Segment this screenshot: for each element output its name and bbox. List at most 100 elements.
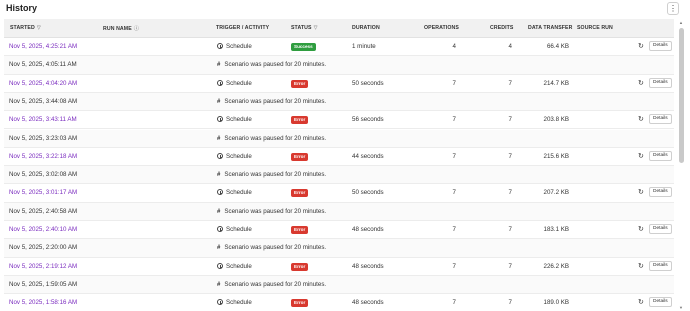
activity-note: # Scenario was paused for 20 minutes. [217, 98, 326, 105]
details-button[interactable]: Details [649, 260, 672, 271]
operations-cell: 7 [452, 79, 456, 87]
status-badge: Error [291, 226, 309, 234]
clock-icon [217, 152, 223, 159]
duration-cell: 44 seconds [352, 152, 384, 160]
details-button[interactable]: Details [649, 150, 672, 161]
operations-cell: 7 [452, 226, 456, 233]
rerun-icon[interactable]: ↻ [638, 225, 644, 233]
trigger-label: Schedule [226, 189, 252, 197]
table-row-activity: Nov 5, 2025, 3:23:03 AM # Scenario was pau… [4, 129, 674, 148]
trigger-label: Schedule [226, 299, 252, 307]
table-row: Nov 5, 2025, 2:40:10 AM Schedule Error 48 s… [4, 221, 674, 240]
trigger-cell: Schedule [217, 262, 252, 270]
scrollbar-thumb[interactable] [679, 28, 684, 163]
filter-icon[interactable]: ▽ [37, 25, 41, 31]
table-row: Nov 5, 2025, 3:01:17 AM Schedule Error 50 s… [4, 184, 674, 203]
clock-icon [217, 299, 223, 306]
activity-note-text: Scenario was paused for 20 minutes. [224, 280, 327, 288]
details-button[interactable]: Details [649, 41, 672, 51]
started-link[interactable]: Nov 5, 2025, 3:43:11 AM [9, 116, 77, 123]
started-link[interactable]: Nov 5, 2025, 4:04:20 AM [9, 80, 77, 87]
operations-cell: 7 [452, 189, 456, 197]
details-button[interactable]: Details [649, 297, 672, 308]
credits-cell: 7 [508, 152, 512, 160]
status-badge: Error [291, 152, 309, 161]
activity-note-text: Scenario was paused for 20 minutes. [224, 134, 327, 142]
rerun-icon[interactable]: ↻ [638, 188, 644, 196]
started-link[interactable]: Nov 5, 2025, 2:19:12 AM [9, 263, 77, 270]
clock-icon [217, 79, 223, 86]
pause-icon: # [217, 208, 221, 215]
trigger-cell: Schedule [217, 116, 252, 123]
help-icon[interactable]: ⓘ [134, 25, 139, 32]
details-button[interactable]: Details [649, 114, 672, 125]
pause-icon: # [217, 245, 221, 252]
started-link[interactable]: Nov 5, 2025, 3:01:17 AM [9, 189, 77, 196]
data-transfer-cell: 66.4 KB [546, 43, 569, 50]
rerun-icon[interactable]: ↻ [638, 115, 644, 123]
data-transfer-cell: 203.8 KB [543, 116, 569, 124]
rerun-icon[interactable]: ↻ [638, 79, 644, 87]
rerun-icon[interactable]: ↻ [638, 152, 644, 160]
column-header-duration: DURATION [352, 25, 380, 31]
table-row: Nov 5, 2025, 4:04:20 AM Schedule Error 50 s… [4, 75, 674, 93]
started-link[interactable]: Nov 5, 2025, 1:58:16 AM [9, 299, 77, 306]
started-link[interactable]: Nov 5, 2025, 3:22:18 AM [9, 153, 77, 160]
trigger-cell: Schedule [217, 299, 252, 306]
trigger-cell: Schedule [217, 43, 252, 50]
table-row-activity: Nov 5, 2025, 1:59:05 AM # Scenario was pau… [4, 275, 674, 295]
started-link[interactable]: Nov 5, 2025, 2:40:10 AM [9, 226, 77, 233]
operations-cell: 7 [452, 116, 456, 124]
started-time: Nov 5, 2025, 4:05:11 AM [9, 61, 77, 69]
activity-note: # Scenario was paused for 20 minutes. [217, 135, 326, 142]
duration-cell: 50 seconds [352, 189, 384, 197]
activity-note: # Scenario was paused for 20 minutes. [217, 171, 326, 178]
scroll-up-icon[interactable]: ▲ [679, 20, 683, 25]
started-link[interactable]: Nov 5, 2025, 4:25:21 AM [9, 43, 77, 50]
trigger-cell: Schedule [217, 79, 252, 87]
trigger-label: Schedule [226, 43, 252, 50]
credits-cell: 7 [508, 116, 512, 124]
trigger-label: Schedule [226, 116, 252, 124]
column-header-source-run: SOURCE RUN [577, 25, 613, 31]
operations-cell: 4 [452, 43, 456, 50]
trigger-label: Schedule [226, 79, 252, 87]
pause-icon: # [217, 98, 221, 105]
rerun-icon[interactable]: ↻ [638, 298, 644, 306]
details-button[interactable]: Details [649, 77, 672, 88]
operations-cell: 7 [452, 262, 456, 270]
rerun-icon[interactable]: ↻ [638, 42, 644, 50]
details-button[interactable]: Details [649, 224, 672, 234]
duration-cell: 50 seconds [352, 79, 384, 87]
data-transfer-cell: 214.7 KB [543, 79, 569, 87]
operations-cell: 7 [452, 299, 456, 307]
started-time: Nov 5, 2025, 3:23:03 AM [9, 134, 78, 142]
kebab-icon[interactable]: ⋮ [667, 2, 679, 15]
column-header-status[interactable]: STATUS ▽ [291, 25, 318, 31]
trigger-cell: Schedule [217, 189, 252, 196]
pause-icon: # [217, 135, 221, 142]
filter-icon[interactable]: ▽ [314, 25, 318, 31]
table-row-activity: Nov 5, 2025, 2:20:00 AM # Scenario was pau… [4, 239, 674, 258]
duration-cell: 48 seconds [352, 299, 384, 307]
column-header-data-transfer: DATA TRANSFER [528, 25, 573, 31]
table-row: Nov 5, 2025, 4:25:21 AM Schedule Success 1 … [4, 38, 674, 57]
clock-icon [217, 43, 223, 49]
scrollbar[interactable]: ▲ ▼ [678, 20, 685, 310]
rerun-icon[interactable]: ↻ [638, 262, 644, 270]
started-time: Nov 5, 2025, 2:40:58 AM [9, 207, 78, 215]
scroll-down-icon[interactable]: ▼ [679, 305, 683, 310]
details-button[interactable]: Details [649, 187, 672, 198]
activity-note-text: Scenario was paused for 20 minutes. [224, 171, 327, 179]
activity-note: # Scenario was paused for 20 minutes. [217, 61, 326, 68]
credits-cell: 7 [508, 299, 512, 307]
table-row: Nov 5, 2025, 3:22:18 AM Schedule Error 44 s… [4, 148, 674, 167]
column-header-started[interactable]: STARTED ▽ [10, 25, 41, 31]
activity-note-text: Scenario was paused for 20 minutes. [224, 97, 327, 105]
status-badge: Error [291, 299, 309, 308]
table-row: Nov 5, 2025, 1:58:16 AM Schedule Error 48 s… [4, 294, 674, 311]
table-row-activity: Nov 5, 2025, 4:05:11 AM # Scenario was pau… [4, 56, 674, 75]
table-row: Nov 5, 2025, 3:43:11 AM Schedule Error 56 s… [4, 111, 674, 130]
clock-icon [217, 189, 223, 196]
started-time: Nov 5, 2025, 2:20:00 AM [9, 244, 78, 252]
